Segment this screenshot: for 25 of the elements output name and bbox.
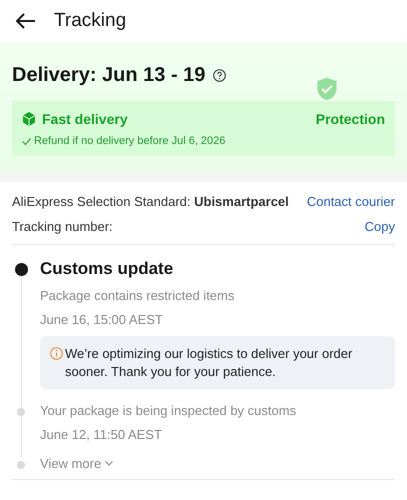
event-title: Customs update [40,259,174,279]
chevron-down-icon [105,461,114,466]
timeline-dot [17,461,25,470]
view-more-button[interactable]: View more [40,456,114,472]
event-time: June 12, 11:50 AEST [40,427,163,442]
protection-label: Protection [316,111,385,127]
contact-courier-link[interactable]: Contact courier [306,194,395,209]
page-title: Tracking [54,10,126,32]
carrier-label: AliExpress Selection Standard: Ubismartparcel [12,194,289,209]
shield-icon [315,77,339,101]
info-icon [50,347,63,360]
box-icon [22,112,36,126]
check-icon [22,138,31,144]
event-description: Your package is being inspected by customs [40,403,298,418]
delivery-heading: Delivery: Jun 13 - 19 [12,64,206,87]
event-description: Package contains restricted items [40,288,236,303]
copy-link[interactable]: Copy [364,219,395,234]
help-icon[interactable] [213,69,226,82]
event-time: June 16, 15:00 AEST [40,312,164,327]
notice-text: We’re optimizing our logistics to deliver your order sooner. Thank you for your patience. [65,345,354,380]
back-arrow-icon[interactable] [16,13,36,29]
refund-note: Refund if no delivery before Jul 6, 2026 [34,135,226,147]
timeline-dot [15,263,28,276]
tracking-number-label: Tracking number: [12,219,113,234]
fast-delivery-label: Fast delivery [42,111,128,127]
